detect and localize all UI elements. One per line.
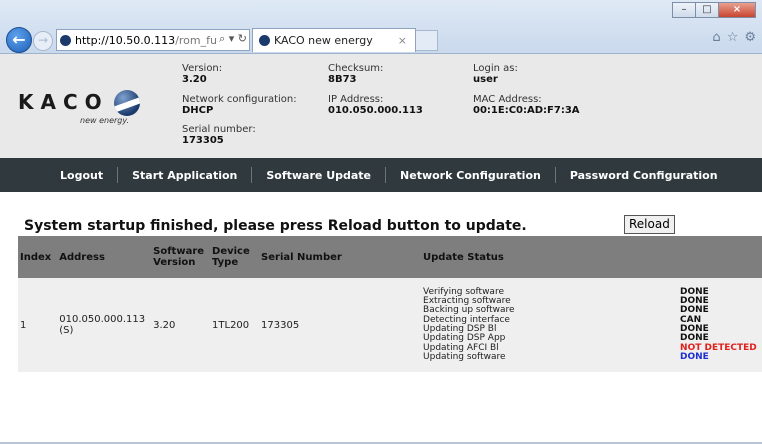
update-step-result: DONE bbox=[680, 351, 709, 362]
ip-label: IP Address: bbox=[328, 94, 384, 105]
network-label: Network configuration: bbox=[182, 94, 297, 105]
mac-info: MAC Address: 00:1E:C0:AD:F7:3A bbox=[473, 94, 580, 116]
cell-software-version: 3.20 bbox=[149, 278, 209, 372]
settings-gear-icon[interactable]: ⚙ bbox=[744, 30, 756, 45]
col-software-version-line1: Software bbox=[153, 246, 205, 257]
mac-value: 00:1E:C0:AD:F7:3A bbox=[473, 105, 580, 116]
login-value: user bbox=[473, 74, 498, 85]
menu-network-configuration[interactable]: Network Configuration bbox=[386, 169, 555, 182]
col-device-type-line2: Type bbox=[212, 257, 239, 268]
menu-logout[interactable]: Logout bbox=[46, 169, 117, 182]
new-tab-button[interactable] bbox=[416, 30, 438, 51]
col-device-type-line1: Device bbox=[212, 246, 250, 257]
cell-index: 1 bbox=[18, 278, 56, 372]
ip-value: 010.050.000.113 bbox=[328, 105, 423, 116]
col-serial-number: Serial Number bbox=[257, 236, 420, 278]
table-header-row: Index Address Software Version Device Type… bbox=[18, 236, 762, 278]
forward-arrow-icon[interactable]: → bbox=[33, 31, 53, 51]
checksum-value: 8B73 bbox=[328, 74, 357, 85]
cell-update-results: DONE DONE DONE CAN DONE DONE NOT DETECTED DONE bbox=[676, 278, 762, 372]
menu-password-configuration[interactable]: Password Configuration bbox=[556, 169, 732, 182]
logo-globe-icon bbox=[114, 90, 140, 116]
serial-label: Serial number: bbox=[182, 124, 256, 135]
site-favicon-icon bbox=[60, 34, 71, 46]
cell-address: 010.050.000.113 (S) bbox=[55, 278, 150, 372]
login-info: Login as: user bbox=[473, 63, 518, 85]
col-address: Address bbox=[55, 236, 150, 278]
table-row: 1 010.050.000.113 (S) 3.20 1TL200 173305… bbox=[18, 278, 762, 372]
menu-start-application[interactable]: Start Application bbox=[118, 169, 251, 182]
window-controls: – □ × bbox=[672, 2, 756, 18]
update-results-list: DONE DONE DONE CAN DONE DONE NOT DETECTED DONE bbox=[680, 287, 758, 362]
browser-chrome: – □ × ← → http://10.50.0.113/rom_fup.cgi… bbox=[0, 0, 762, 54]
home-icon[interactable]: ⌂ bbox=[712, 30, 720, 45]
login-label: Login as: bbox=[473, 63, 518, 74]
favorites-star-icon[interactable]: ☆ bbox=[727, 30, 739, 45]
update-steps-list: Verifying software Extracting software Bac… bbox=[423, 287, 672, 362]
col-index: Index bbox=[18, 236, 56, 278]
back-arrow-icon[interactable]: ← bbox=[6, 27, 32, 53]
version-label: Version: bbox=[182, 63, 223, 74]
network-info: Network configuration: DHCP bbox=[182, 94, 297, 116]
maximize-button[interactable]: □ bbox=[695, 2, 719, 18]
device-header: KACO new energy. Version: 3.20 Network c… bbox=[0, 54, 762, 158]
col-device-type: Device Type bbox=[208, 236, 258, 278]
logo-tagline: new energy. bbox=[80, 116, 130, 125]
col-software-version-line2: Version bbox=[153, 257, 196, 268]
version-value: 3.20 bbox=[182, 74, 207, 85]
checksum-info: Checksum: 8B73 bbox=[328, 63, 383, 85]
cell-serial-number: 173305 bbox=[257, 278, 420, 372]
serial-value: 173305 bbox=[182, 135, 224, 146]
mac-label: MAC Address: bbox=[473, 94, 542, 105]
page: KACO new energy. Version: 3.20 Network c… bbox=[0, 54, 762, 444]
menu-software-update[interactable]: Software Update bbox=[252, 169, 385, 182]
minimize-button[interactable]: – bbox=[672, 2, 696, 18]
serial-info: Serial number: 173305 bbox=[182, 124, 256, 146]
main-menu: Logout Start Application Software Update… bbox=[0, 158, 762, 192]
status-message: System startup finished, please press Re… bbox=[24, 218, 527, 234]
address-bar[interactable]: http://10.50.0.113/rom_fup.cgi ⌕ ▾ ↻ bbox=[56, 29, 250, 51]
ip-info: IP Address: 010.050.000.113 bbox=[328, 94, 423, 116]
close-window-button[interactable]: × bbox=[718, 2, 756, 18]
version-info: Version: 3.20 bbox=[182, 63, 222, 85]
address-search-refresh-icons[interactable]: ⌕ ▾ ↻ bbox=[217, 32, 247, 46]
address-host: http://10.50.0.113 bbox=[75, 33, 176, 47]
network-value: DHCP bbox=[182, 105, 214, 116]
tab-close-icon[interactable]: × bbox=[398, 34, 407, 47]
tab-title: KACO new energy bbox=[274, 34, 373, 47]
browser-toolbar-icons: ⌂ ☆ ⚙ bbox=[712, 30, 756, 45]
checksum-label: Checksum: bbox=[328, 63, 384, 74]
cell-update-steps: Verifying software Extracting software Bac… bbox=[419, 278, 677, 372]
update-step-name: Updating software bbox=[423, 351, 506, 362]
browser-tab[interactable]: KACO new energy × bbox=[252, 28, 416, 52]
reload-button[interactable]: Reload bbox=[624, 215, 675, 234]
cell-device-type: 1TL200 bbox=[208, 278, 258, 372]
update-status-table: Index Address Software Version Device Type… bbox=[18, 236, 762, 372]
col-software-version: Software Version bbox=[149, 236, 209, 278]
tab-favicon-icon bbox=[259, 35, 270, 46]
logo-wordmark: KACO bbox=[18, 90, 109, 114]
col-update-status: Update Status bbox=[419, 236, 677, 278]
col-result bbox=[676, 236, 762, 278]
kaco-logo: KACO new energy. bbox=[18, 90, 140, 125]
